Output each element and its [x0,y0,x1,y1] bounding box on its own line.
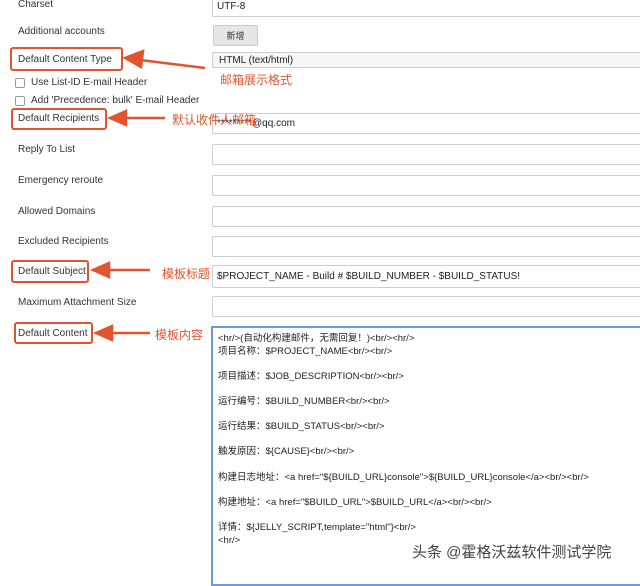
annotation-arrows [89,49,206,342]
watermark: 头条 @霍格沃兹软件测试学院 [412,544,612,561]
